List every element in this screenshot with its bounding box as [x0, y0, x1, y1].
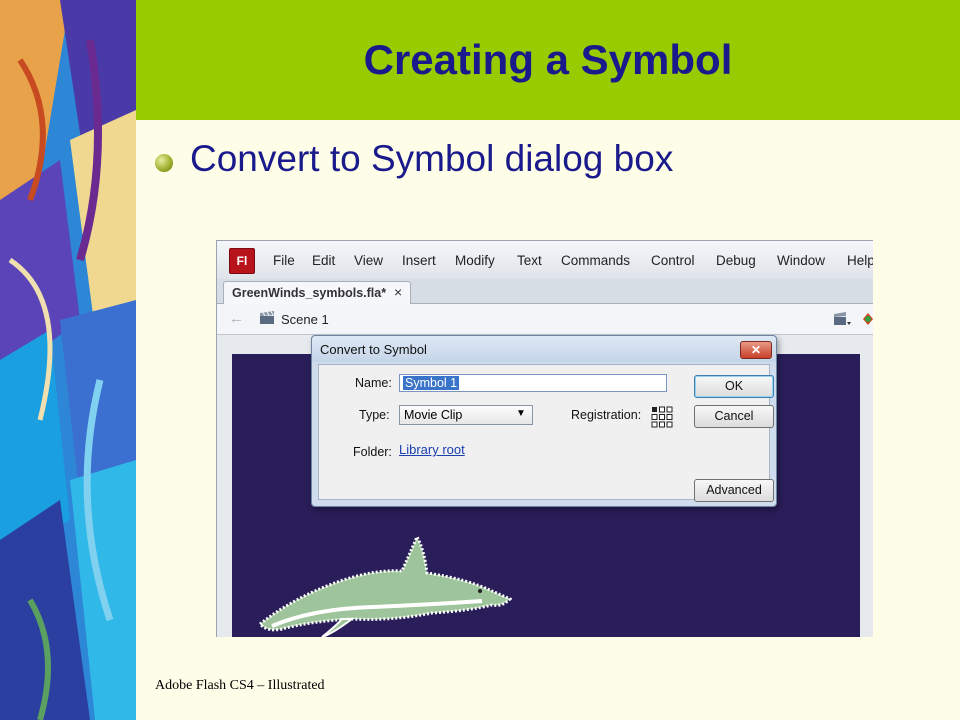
type-label: Type:	[359, 408, 390, 422]
menu-edit[interactable]: Edit	[312, 253, 335, 268]
document-tab-bar: GreenWinds_symbols.fla* ×	[217, 279, 873, 304]
back-arrow-icon[interactable]: ←	[229, 310, 244, 327]
title-banner: Creating a Symbol	[136, 0, 960, 120]
bullet-text: Convert to Symbol dialog box	[190, 138, 674, 179]
abstract-painting-image	[0, 0, 136, 720]
menu-file[interactable]: File	[273, 253, 295, 268]
menu-window[interactable]: Window	[777, 253, 825, 268]
registration-label: Registration:	[571, 408, 642, 422]
menu-insert[interactable]: Insert	[402, 253, 436, 268]
convert-to-symbol-dialog: Convert to Symbol ✕ Name: Symbol 1 Type:…	[311, 335, 777, 507]
type-select-value: Movie Clip	[404, 408, 463, 422]
folder-link[interactable]: Library root	[399, 442, 465, 457]
ok-button[interactable]: OK	[694, 375, 774, 398]
dialog-body: Name: Symbol 1 Type: Movie Clip ▼ Regist…	[318, 364, 774, 502]
menu-commands[interactable]: Commands	[561, 253, 630, 268]
decorative-painted-strip	[0, 0, 136, 720]
menu-view[interactable]: View	[354, 253, 383, 268]
chevron-down-icon: ▼	[516, 408, 526, 419]
flash-logo-icon: Fl	[229, 248, 255, 274]
document-tab-label: GreenWinds_symbols.fla*	[232, 286, 387, 300]
menu-help[interactable]: Help	[847, 253, 873, 268]
dialog-title: Convert to Symbol	[320, 342, 427, 357]
edit-scene-icon[interactable]	[833, 311, 851, 327]
close-icon[interactable]: ×	[394, 284, 402, 300]
scene-label: Scene 1	[281, 312, 329, 327]
registration-grid-icon[interactable]	[651, 406, 673, 428]
name-label: Name:	[355, 376, 392, 390]
dolphin-artwork[interactable]	[252, 529, 512, 637]
clapperboard-icon	[260, 311, 274, 324]
document-tab[interactable]: GreenWinds_symbols.fla* ×	[223, 281, 411, 304]
name-input[interactable]: Symbol 1	[399, 374, 667, 392]
dialog-close-button[interactable]: ✕	[740, 341, 772, 359]
dialog-titlebar[interactable]: Convert to Symbol ✕	[312, 336, 776, 362]
folder-label: Folder:	[353, 445, 392, 459]
name-input-value: Symbol 1	[403, 376, 460, 390]
slide-footer: Adobe Flash CS4 – Illustrated	[155, 678, 325, 693]
advanced-button[interactable]: Advanced	[694, 479, 774, 502]
menu-control[interactable]: Control	[651, 253, 695, 268]
scene-bar: ← Scene 1	[217, 304, 873, 335]
slide-title: Creating a Symbol	[363, 36, 733, 83]
menu-modify[interactable]: Modify	[455, 253, 495, 268]
edit-symbols-icon[interactable]	[861, 311, 873, 327]
bullet-icon	[155, 154, 173, 172]
menu-debug[interactable]: Debug	[716, 253, 756, 268]
menu-text[interactable]: Text	[517, 253, 542, 268]
flash-app-screenshot: Fl File Edit View Insert Modify Text Com…	[216, 240, 873, 637]
type-select[interactable]: Movie Clip ▼	[399, 405, 533, 425]
menu-bar: Fl File Edit View Insert Modify Text Com…	[217, 241, 873, 279]
cancel-button[interactable]: Cancel	[694, 405, 774, 428]
